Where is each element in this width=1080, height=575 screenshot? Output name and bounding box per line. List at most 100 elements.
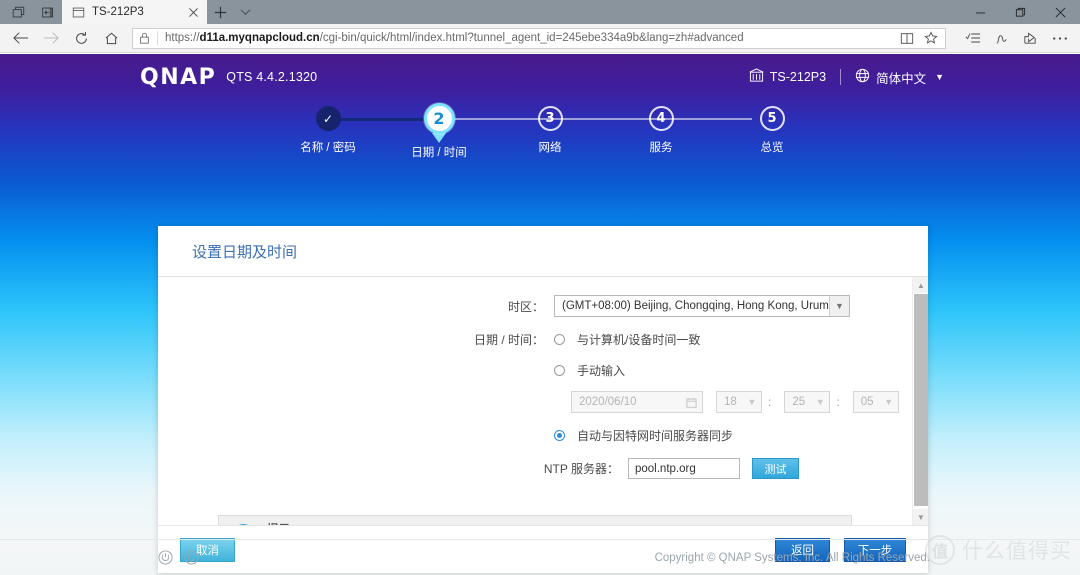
qnap-setup-page: QNAP QTS 4.4.2.1320 TS-212P3 简体中文 ▼ ✓ 名称… [0, 54, 1080, 575]
ntp-server-value: pool.ntp.org [635, 462, 696, 475]
radio-manual[interactable]: 手动输入 [554, 362, 625, 379]
date-input[interactable]: 2020/06/10 [571, 391, 703, 413]
ntp-label: NTP 服务器： [543, 462, 619, 476]
radio-label-sync-device: 与计算机/设备时间一致 [577, 333, 701, 347]
second-value: 05 [860, 396, 874, 408]
step-label: 日期 / 时间 [411, 147, 467, 159]
chevron-down-icon: ▼ [815, 397, 825, 407]
toolbar-right-icons [952, 25, 1074, 51]
time-separator-2: : [836, 395, 840, 409]
step-pointer-icon [432, 133, 446, 143]
step-5[interactable]: 5 总览 [744, 106, 800, 155]
step-4[interactable]: 4 服务 [633, 106, 689, 155]
second-select[interactable]: 05 ▼ [852, 391, 899, 413]
home-icon[interactable] [96, 25, 126, 51]
device-name: TS-212P3 [769, 70, 827, 84]
radio-button[interactable] [554, 334, 565, 345]
step-2[interactable]: 2 日期 / 时间 [411, 103, 467, 160]
timezone-label: 时区： [507, 299, 544, 314]
url-text: https://d11a.myqnapcloud.cn/cgi-bin/quic… [165, 32, 744, 44]
favorite-star-icon[interactable] [919, 28, 943, 49]
tip-box: 提示 要与指定的 NTP 服务器同步时间，请启用 [自动与因特网时间服务器同步]… [218, 515, 852, 525]
step-label: 总览 [760, 142, 784, 154]
addressbar-icons [895, 28, 943, 49]
datetime-label: 日期 / 时间： [473, 333, 544, 347]
qts-version: QTS 4.4.2.1320 [226, 70, 318, 84]
page-footer: Copyright © QNAP Systems, Inc. All Right… [0, 539, 1080, 575]
manual-datetime-inputs: 2020/06/10 18 ▼ : 25 ▼ : 05 ▼ [158, 391, 928, 413]
watermark: 值 什么值得买 [925, 535, 1072, 565]
header-right: TS-212P3 简体中文 ▼ [749, 68, 944, 87]
power-icon[interactable] [158, 550, 173, 565]
watermark-text: 什么值得买 [962, 540, 1072, 563]
url-divider [157, 31, 158, 45]
radio-sync-device[interactable]: 与计算机/设备时间一致 [554, 331, 700, 348]
more-options-icon[interactable] [1045, 25, 1074, 51]
lock-icon [139, 32, 150, 44]
browser-tab[interactable]: TS-212P3 [62, 0, 207, 24]
step-indicator: 3 [537, 106, 563, 131]
radio-ntp[interactable]: 自动与因特网时间服务器同步 [554, 427, 733, 444]
scroll-down-icon[interactable]: ▼ [913, 509, 928, 525]
date-value: 2020/06/10 [579, 396, 637, 408]
tab-preview-icon[interactable] [4, 1, 32, 23]
refresh-icon[interactable] [66, 25, 96, 51]
qnap-logo: QNAP [140, 64, 217, 90]
back-icon[interactable] [6, 25, 36, 51]
address-bar[interactable]: https://d11a.myqnapcloud.cn/cgi-bin/quic… [132, 27, 946, 49]
browser-titlebar: TS-212P3 [0, 0, 1080, 24]
nas-icon [749, 68, 770, 86]
panel-scrollbar[interactable]: ▲ ▼ [912, 277, 928, 525]
device-indicator[interactable]: TS-212P3 [749, 68, 826, 86]
radio-label-manual: 手动输入 [577, 364, 626, 378]
timezone-select[interactable]: (GMT+08:00) Beijing, Chongqing, Hong Kon… [554, 295, 850, 317]
close-window-button[interactable] [1040, 0, 1080, 24]
datetime-row-2: 手动输入 [158, 362, 928, 379]
page-title: 设置日期及时间 [158, 226, 928, 277]
test-button[interactable]: 测试 [752, 458, 799, 479]
language-selector[interactable]: 简体中文 ▼ [855, 68, 944, 87]
setup-panel: 设置日期及时间 时区： (GMT+08:00) Beijing, Chongqi… [158, 226, 928, 573]
watermark-logo: 值 [925, 535, 955, 565]
panel-body: 时区： (GMT+08:00) Beijing, Chongqing, Hong… [158, 277, 928, 525]
steps-container: ✓ 名称 / 密码 2 日期 / 时间 3 网络 4 服务 5 总览 [300, 103, 785, 168]
globe-icon [855, 68, 876, 86]
favorites-list-icon[interactable] [958, 25, 987, 51]
scrollbar-thumb[interactable] [914, 294, 928, 506]
scroll-up-icon[interactable]: ▲ [913, 277, 928, 293]
timezone-row: 时区： (GMT+08:00) Beijing, Chongqing, Hong… [158, 295, 928, 317]
web-notes-pen-icon[interactable] [987, 25, 1016, 51]
radio-button[interactable] [554, 365, 565, 376]
hour-select[interactable]: 18 ▼ [716, 391, 762, 413]
chevron-down-icon[interactable] [233, 0, 257, 24]
hour-value: 18 [724, 396, 737, 408]
tab-title: TS-212P3 [92, 6, 144, 18]
radio-button[interactable] [554, 430, 565, 441]
titlebar-left-buttons [0, 0, 62, 24]
step-label: 网络 [538, 142, 562, 154]
window-controls [960, 0, 1080, 24]
calendar-icon[interactable] [686, 397, 697, 408]
minimize-button[interactable] [960, 0, 1000, 24]
new-tab-button[interactable] [207, 0, 233, 24]
ntp-server-input[interactable]: pool.ntp.org [628, 458, 740, 479]
step-indicator: ✓ [315, 106, 341, 131]
time-separator-1: : [768, 395, 772, 409]
step-1[interactable]: ✓ 名称 / 密码 [300, 106, 356, 155]
set-aside-tabs-icon[interactable] [34, 1, 62, 23]
step-label: 服务 [649, 142, 673, 154]
minute-select[interactable]: 25 ▼ [784, 391, 831, 413]
browser-toolbar: https://d11a.myqnapcloud.cn/cgi-bin/quic… [0, 24, 1080, 53]
reading-view-icon[interactable] [895, 28, 919, 49]
forward-icon[interactable] [36, 25, 66, 51]
restart-icon[interactable] [184, 550, 199, 565]
language-label: 简体中文 [876, 71, 927, 86]
share-icon[interactable] [1016, 25, 1045, 51]
step-indicator: 5 [759, 106, 785, 131]
step-label: 名称 / 密码 [300, 142, 356, 154]
timezone-value: (GMT+08:00) Beijing, Chongqing, Hong Kon… [562, 300, 829, 312]
close-icon[interactable] [185, 4, 201, 20]
step-3[interactable]: 3 网络 [522, 106, 578, 155]
maximize-button[interactable] [1000, 0, 1040, 24]
header-divider [840, 69, 842, 85]
